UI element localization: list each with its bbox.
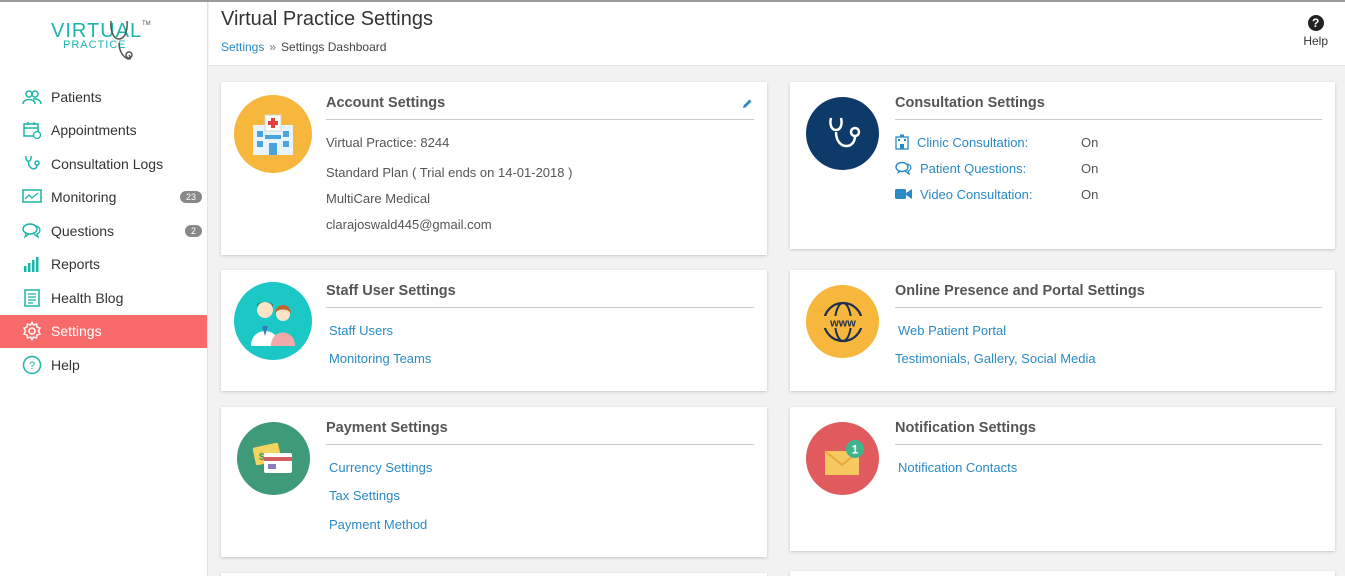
svg-text:?: ? (29, 360, 35, 372)
payment-links: Currency Settings Tax Settings Payment M… (329, 460, 432, 532)
breadcrumb-settings-link[interactable]: Settings (221, 40, 264, 54)
notification-links: Notification Contacts (898, 460, 1017, 475)
page-header: Virtual Practice Settings Settings» Setti… (209, 2, 1345, 66)
payment-card-icon: $ (237, 422, 310, 495)
video-consultation-status: On (1081, 186, 1099, 202)
svg-text:www: www (829, 317, 856, 329)
video-consultation-label: Video Consultation: (920, 186, 1033, 202)
stethoscope-icon (22, 154, 42, 174)
account-settings-title: Account Settings (326, 95, 754, 120)
sidebar-item-label: Health Blog (51, 289, 124, 306)
gear-icon (22, 321, 42, 342)
patient-questions-label: Patient Questions: (920, 160, 1027, 176)
currency-settings-link[interactable]: Currency Settings (329, 460, 432, 488)
practice-name: MultiCare Medical (326, 191, 431, 206)
sidebar-item-label: Patients (51, 88, 102, 105)
web-patient-portal-link[interactable]: Web Patient Portal (895, 323, 1096, 351)
monitoring-count-badge: 23 (179, 191, 202, 204)
envelope-notification-icon: 1 (806, 422, 879, 495)
sidebar: VIRTUAL TM PRACTICE Patients Appointment… (0, 2, 208, 576)
sidebar-item-reports[interactable]: Reports (0, 248, 207, 282)
sidebar-item-label: Questions (51, 222, 115, 239)
help-button[interactable]: ? Help (1303, 15, 1328, 48)
monitor-chart-icon (22, 187, 42, 207)
sidebar-item-label: Appointments (51, 122, 137, 139)
patient-questions-status: On (1081, 160, 1099, 176)
question-circle-icon: ? (22, 355, 42, 375)
sidebar-item-patients[interactable]: Patients (0, 80, 207, 114)
patient-questions-row: Patient Questions: On (895, 155, 1098, 181)
clinic-building-icon (895, 134, 909, 150)
sidebar-item-health-blog[interactable]: Health Blog (0, 281, 207, 315)
calendar-icon (22, 120, 42, 140)
online-presence-title: Online Presence and Portal Settings (895, 283, 1322, 308)
consultation-options: Clinic Consultation: On Patient Question… (895, 129, 1098, 207)
pencil-edit-icon[interactable] (741, 97, 753, 115)
chat-bubbles-icon (895, 161, 912, 175)
breadcrumb-separator: » (269, 40, 277, 54)
chat-bubbles-icon (22, 221, 42, 241)
tax-settings-link[interactable]: Tax Settings (329, 488, 432, 517)
sidebar-item-questions[interactable]: Questions 2 (0, 214, 207, 248)
svg-text:1: 1 (851, 442, 858, 456)
consultation-settings-card: Consultation Settings Clinic Consultatio… (790, 82, 1335, 249)
video-consultation-link[interactable]: Video Consultation: (895, 187, 1081, 202)
video-consultation-row: Video Consultation: On (895, 181, 1098, 207)
staff-user-settings-card: Staff User Settings Staff Users Monitori… (221, 270, 767, 391)
sidebar-item-label: Reports (51, 256, 101, 273)
payment-settings-title: Payment Settings (326, 420, 754, 445)
account-settings-card: Account Settings Virtual Practice: 8244 … (221, 82, 767, 255)
questions-count-badge: 2 (184, 224, 202, 237)
clinic-consultation-row: Clinic Consultation: On (895, 129, 1098, 155)
partial-card-right (790, 571, 1335, 576)
sidebar-item-help[interactable]: ? Help (0, 348, 207, 382)
globe-www-icon: www (806, 285, 879, 358)
sidebar-nav: Patients Appointments Consultation Logs … (0, 80, 207, 382)
sidebar-item-settings[interactable]: Settings (0, 314, 207, 348)
notification-settings-title: Notification Settings (895, 420, 1322, 445)
clinic-consultation-label: Clinic Consultation: (917, 134, 1029, 150)
page-title: Virtual Practice Settings (221, 8, 433, 30)
stethoscope-icon (806, 97, 879, 170)
clinic-consultation-link[interactable]: Clinic Consultation: (895, 134, 1081, 150)
sidebar-item-label: Monitoring (51, 189, 117, 206)
breadcrumb-current: Settings Dashboard (281, 40, 387, 54)
payment-settings-card: $ Payment Settings Currency Settings Tax… (221, 407, 767, 557)
svg-text:TM: TM (142, 21, 151, 27)
sidebar-item-consultation-logs[interactable]: Consultation Logs (0, 147, 207, 181)
account-email: clarajoswald445@gmail.com (326, 217, 492, 232)
consultation-settings-title: Consultation Settings (895, 95, 1322, 120)
help-label: Help (1303, 34, 1328, 48)
sidebar-item-appointments[interactable]: Appointments (0, 114, 207, 148)
patients-icon (22, 87, 42, 107)
sidebar-item-label: Help (51, 356, 80, 373)
sidebar-item-monitoring[interactable]: Monitoring 23 (0, 181, 207, 215)
breadcrumb: Settings » Settings Dashboard (221, 40, 386, 54)
notification-settings-card: 1 Notification Settings Notification Con… (790, 407, 1335, 551)
help-icon: ? (1307, 15, 1324, 31)
patient-questions-link[interactable]: Patient Questions: (895, 161, 1081, 176)
document-icon (22, 288, 42, 308)
account-details: Virtual Practice: 8244 Standard Plan ( T… (326, 135, 572, 243)
svg-text:PRACTICE: PRACTICE (63, 39, 127, 51)
online-links: Web Patient Portal Testimonials, Gallery… (895, 323, 1096, 366)
plan-info: Standard Plan ( Trial ends on 14-01-2018… (326, 165, 573, 180)
notification-contacts-link[interactable]: Notification Contacts (898, 460, 1017, 475)
staff-links: Staff Users Monitoring Teams (329, 323, 431, 366)
payment-method-link[interactable]: Payment Method (329, 517, 432, 532)
bar-chart-icon (22, 254, 42, 274)
video-camera-icon (895, 189, 912, 199)
testimonials-gallery-social-link[interactable]: Testimonials, Gallery, Social Media (895, 351, 1096, 366)
virtual-practice-logo[interactable]: VIRTUAL TM PRACTICE (0, 2, 207, 80)
monitoring-teams-link[interactable]: Monitoring Teams (329, 351, 431, 366)
sidebar-item-label: Settings (51, 323, 102, 340)
staff-users-link[interactable]: Staff Users (329, 323, 431, 351)
virtual-practice-id: Virtual Practice: 8244 (326, 135, 450, 150)
clinic-consultation-status: On (1081, 134, 1099, 150)
hospital-icon (234, 95, 312, 173)
online-presence-card: www Online Presence and Portal Settings … (790, 270, 1335, 391)
medical-staff-icon (234, 282, 312, 360)
sidebar-item-label: Consultation Logs (51, 155, 164, 172)
staff-user-settings-title: Staff User Settings (326, 283, 754, 308)
